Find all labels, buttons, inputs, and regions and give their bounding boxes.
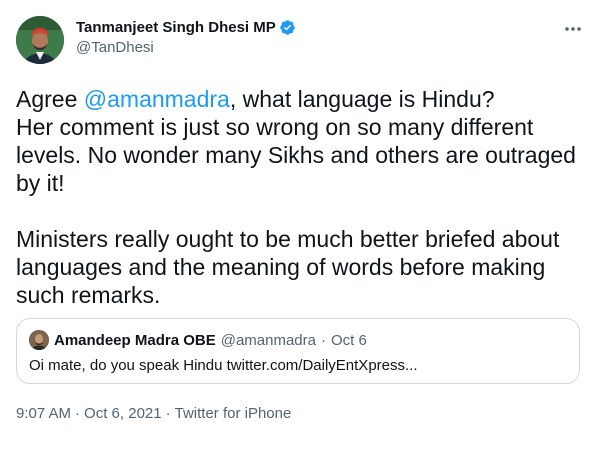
mention-link[interactable]: @amanmadra (84, 86, 230, 112)
quoted-tweet-text: Oi mate, do you speak Hindu twitter.com/… (29, 357, 418, 374)
tweet-text: Agree @amanmadra, what language is Hindu… (16, 85, 584, 309)
tweet-text-prefix: Agree (16, 86, 84, 112)
tweet-card: Tanmanjeet Singh Dhesi MP @TanDhesi Agre… (0, 0, 599, 456)
meta-separator: · (75, 405, 81, 422)
tweet-source[interactable]: Twitter for iPhone (175, 405, 292, 422)
more-options-button[interactable] (561, 18, 585, 38)
more-horizontal-icon (564, 19, 582, 37)
meta-separator: · (165, 405, 171, 422)
tweet-metadata: 9:07 AM · Oct 6, 2021 · Twitter for iPho… (16, 405, 291, 422)
author-avatar[interactable] (16, 16, 64, 64)
quoted-tweet-header: Amandeep Madra OBE @amanmadra · Oct 6 (29, 330, 367, 350)
tweet-time[interactable]: 9:07 AM (16, 405, 71, 422)
author-handle[interactable]: @TanDhesi (76, 39, 296, 56)
verified-badge-icon (279, 19, 296, 36)
author-display-name[interactable]: Tanmanjeet Singh Dhesi MP (76, 19, 276, 36)
quoted-author-avatar (29, 330, 49, 350)
tweet-date[interactable]: Oct 6, 2021 (84, 405, 162, 422)
quoted-separator: · (321, 331, 326, 349)
tweet-text-body: , what language is Hindu? Her comment is… (16, 86, 576, 308)
quoted-date: Oct 6 (331, 331, 367, 349)
quoted-tweet[interactable]: Amandeep Madra OBE @amanmadra · Oct 6 Oi… (16, 318, 580, 384)
quoted-author-handle: @amanmadra (220, 331, 316, 349)
quoted-author-name: Amandeep Madra OBE (54, 331, 216, 349)
author-block: Tanmanjeet Singh Dhesi MP @TanDhesi (76, 19, 296, 56)
